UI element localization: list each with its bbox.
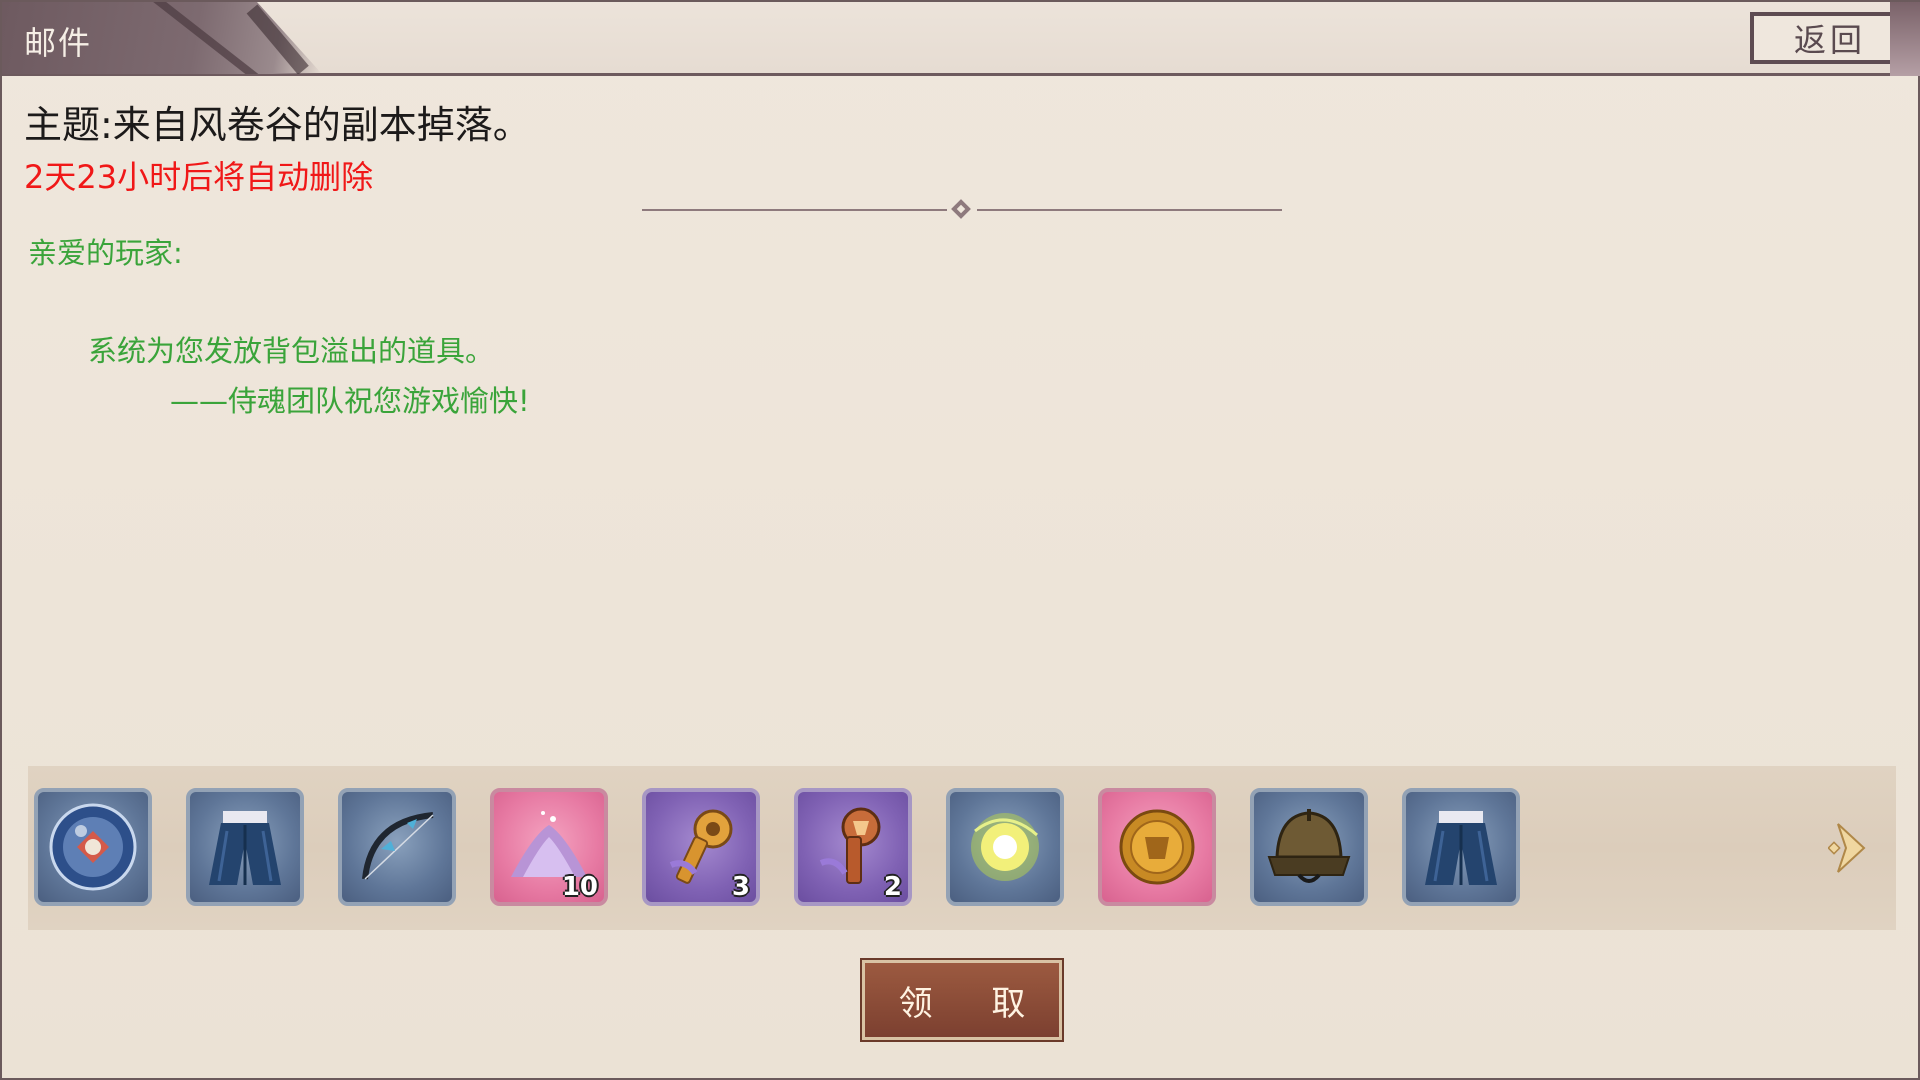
reward-slot[interactable]: 2 bbox=[794, 788, 912, 906]
reward-slot[interactable] bbox=[1402, 788, 1520, 906]
reward-slot[interactable] bbox=[1250, 788, 1368, 906]
mail-panel: 邮件 返回 主题:来自风卷谷的副本掉落。 2天23小时后将自动删除 亲爱的玩家:… bbox=[0, 0, 1920, 1080]
reward-slot[interactable] bbox=[1098, 788, 1216, 906]
soul-orb-icon bbox=[49, 803, 137, 891]
reward-slot[interactable]: 3 bbox=[642, 788, 760, 906]
mail-subject: 主题:来自风卷谷的副本掉落。 bbox=[24, 103, 531, 147]
mail-body: 系统为您发放背包溢出的道具。 bbox=[88, 334, 495, 368]
next-page-arrow[interactable] bbox=[1827, 820, 1872, 876]
hakama-pants-icon bbox=[209, 811, 281, 885]
soul-coin-icon bbox=[1119, 809, 1195, 885]
ornament-divider bbox=[642, 199, 1282, 220]
claim-button[interactable]: 领 取 bbox=[862, 960, 1062, 1040]
mail-signature: ——侍魂团队祝您游戏愉快! bbox=[170, 384, 530, 418]
reward-slot[interactable] bbox=[946, 788, 1064, 906]
reward-slot[interactable] bbox=[34, 788, 152, 906]
hakama-pants-icon bbox=[1425, 811, 1497, 885]
header-bar: 邮件 返回 bbox=[2, 2, 1920, 76]
brush-stroke-decoration bbox=[246, 4, 309, 74]
reward-slot[interactable] bbox=[338, 788, 456, 906]
mail-expiry: 2天23小时后将自动删除 bbox=[24, 158, 374, 196]
reward-slot[interactable]: 10 bbox=[490, 788, 608, 906]
reward-slot[interactable] bbox=[186, 788, 304, 906]
page-title: 邮件 bbox=[24, 24, 93, 62]
corner-decoration bbox=[1890, 2, 1920, 76]
bow-icon bbox=[362, 812, 434, 880]
mail-greeting: 亲爱的玩家: bbox=[28, 236, 183, 270]
reward-count: 2 bbox=[883, 872, 902, 902]
samurai-helmet-icon bbox=[1267, 809, 1351, 883]
back-button[interactable]: 返回 bbox=[1750, 12, 1910, 64]
light-orb-icon bbox=[971, 813, 1039, 881]
reward-count: 10 bbox=[561, 872, 598, 902]
chevron-right-icon bbox=[1827, 823, 1866, 873]
reward-count: 3 bbox=[731, 872, 750, 902]
